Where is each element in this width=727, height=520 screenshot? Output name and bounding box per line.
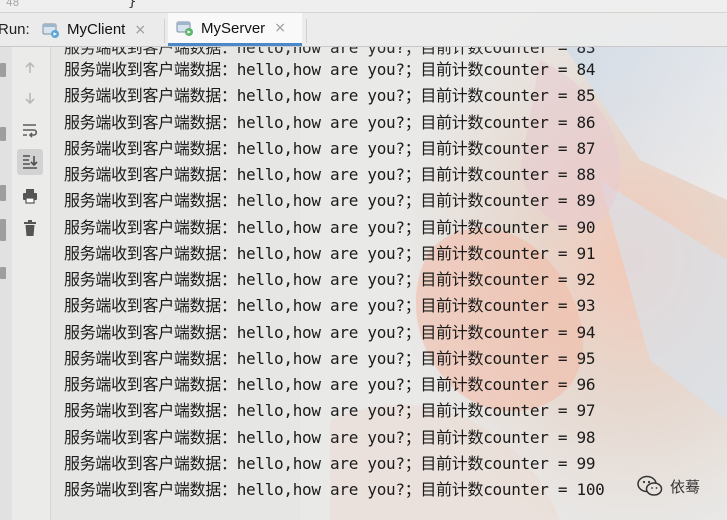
console-line: 服务端收到客户端数据：hello,how are you?；目前计数counte… (64, 243, 596, 263)
console-line: 服务端收到客户端数据：hello,how are you?；目前计数counte… (64, 217, 596, 237)
console-line: 服务端收到客户端数据：hello,how are you?；目前计数counte… (64, 296, 596, 316)
watermark-text: 依蓦 (670, 477, 701, 496)
console-line: 服务端收到客户端数据：hello,how are you?；目前计数counte… (64, 427, 596, 447)
gutter-marker (0, 127, 6, 141)
console-line: 服务端收到客户端数据：hello,how are you?；目前计数counte… (64, 60, 596, 79)
arrow-down-button[interactable] (17, 85, 43, 111)
gutter-marker (0, 219, 6, 241)
run-config-icon (42, 23, 59, 38)
editor-line-number: 48 (6, 0, 20, 9)
close-icon[interactable]: × (274, 20, 286, 36)
close-icon[interactable]: × (134, 22, 146, 38)
console-line: 服务端收到客户端数据：hello,how are you?；目前计数counte… (64, 348, 596, 368)
tab-divider (164, 19, 165, 43)
print-button[interactable] (17, 183, 43, 209)
console-line: 服务端收到客户端数据：hello,how are you?；目前计数counte… (64, 165, 596, 184)
gutter-marker (0, 267, 6, 279)
clear-console-button[interactable] (17, 215, 43, 241)
editor-fragment: 48 } (0, 0, 727, 13)
console-line: 服务端收到客户端数据：hello,how are you?；目前计数counte… (64, 138, 596, 158)
run-config-icon (176, 21, 193, 36)
console-toolbar (12, 47, 51, 520)
scroll-to-end-button[interactable] (17, 149, 43, 175)
tab-myserver[interactable]: MyServer × (168, 13, 302, 46)
arrow-up-button[interactable] (17, 55, 43, 81)
gutter-marker (0, 63, 6, 77)
tab-myserver-label: MyServer (201, 19, 266, 37)
trash-icon (24, 220, 36, 236)
console-line: 服务端收到客户端数据：hello,how are you?；目前计数counte… (64, 322, 596, 342)
arrow-down-icon (25, 93, 35, 105)
editor-code-fragment: } (128, 0, 137, 10)
console-line: 服务端收到客户端数据：hello,how are you?；目前计数counte… (64, 375, 596, 394)
console-line: 服务端收到客户端数据：hello,how are you?；目前计数counte… (64, 86, 596, 106)
console-line: 服务端收到客户端数据：hello,how are you?；目前计数counte… (64, 270, 596, 289)
run-tab-bar: Run: MyClient × MyServer × (0, 13, 727, 47)
console-line: 服务端收到客户端数据：hello,how are you?；目前计数counte… (64, 453, 596, 473)
console-line: 服务端收到客户端数据：hello,how are you?；目前计数counte… (64, 401, 596, 421)
tab-myclient-label: MyClient (67, 21, 126, 38)
console-output[interactable]: 服务端收到客户端数据：hello,how are you?；目前计数counte… (51, 47, 727, 520)
soft-wrap-icon (23, 124, 38, 138)
tab-divider (306, 19, 307, 43)
console-line: 服务端收到客户端数据：hello,how are you?；目前计数counte… (64, 112, 596, 132)
print-icon (23, 189, 37, 204)
arrow-up-icon (25, 61, 35, 73)
tab-myclient[interactable]: MyClient × (34, 13, 160, 46)
gutter-marker (0, 185, 6, 201)
soft-wrap-button[interactable] (17, 117, 43, 143)
console-line: 服务端收到客户端数据：hello,how are you?；目前计数counte… (64, 480, 605, 499)
wechat-icon (637, 475, 663, 496)
left-gutter (0, 47, 12, 520)
scroll-to-end-icon (23, 155, 38, 169)
run-panel-label: Run: (0, 21, 30, 38)
console-line: 服务端收到客户端数据：hello,how are you?；目前计数counte… (64, 191, 596, 211)
watermark: 依蓦 (636, 474, 700, 498)
